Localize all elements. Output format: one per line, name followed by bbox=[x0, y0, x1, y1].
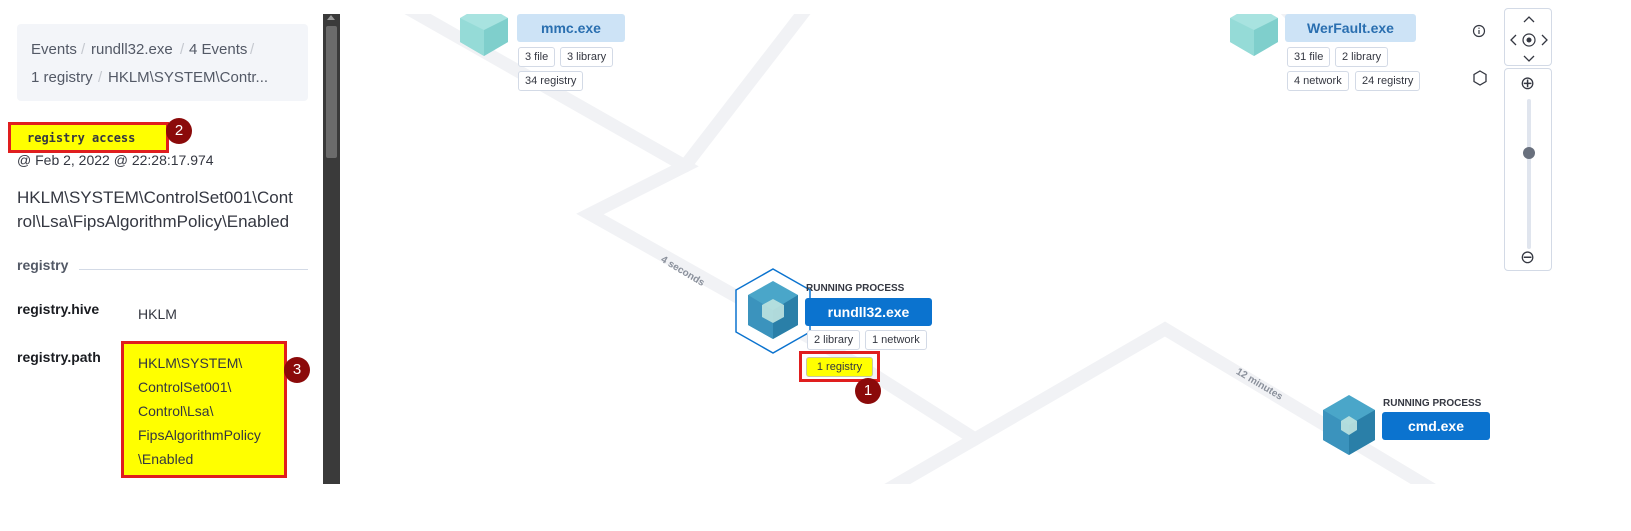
chevron-right-icon[interactable] bbox=[1541, 33, 1549, 47]
chevron-up-icon[interactable] bbox=[1522, 15, 1536, 23]
field-value-registry-hive: HKLM bbox=[138, 306, 177, 322]
related-events-pill[interactable]: 2 library bbox=[1335, 47, 1389, 67]
scrollbar-thumb[interactable] bbox=[326, 26, 337, 158]
related-events-pill[interactable]: 2 library bbox=[807, 330, 861, 350]
breadcrumb-event-count[interactable]: 4 Events bbox=[189, 41, 247, 58]
hexagon-icon[interactable] bbox=[1472, 70, 1488, 86]
breadcrumb: Events / rundll32.exe / 4 Events / 1 reg… bbox=[17, 24, 308, 101]
breadcrumb-separator: / bbox=[250, 41, 255, 58]
center-target-icon[interactable] bbox=[1521, 32, 1537, 48]
registry-path-line: \Enabled bbox=[138, 451, 194, 467]
scroll-up-arrow-icon[interactable] bbox=[327, 15, 335, 20]
zoom-out-icon[interactable]: ⊖ bbox=[1520, 247, 1535, 268]
process-cube-icon[interactable] bbox=[1322, 394, 1376, 456]
related-events-pill[interactable]: 1 network bbox=[865, 330, 927, 350]
step-badge-1: 1 bbox=[855, 378, 881, 404]
step-badge-3: 3 bbox=[284, 357, 310, 383]
registry-path-line: HKLM\SYSTEM\ bbox=[138, 355, 243, 371]
event-timestamp: @ Feb 2, 2022 @ 22:28:17.974 bbox=[17, 152, 214, 168]
breadcrumb-events[interactable]: Events bbox=[31, 41, 77, 58]
process-button-mmc[interactable]: mmc.exe bbox=[517, 14, 625, 42]
process-cube-icon[interactable] bbox=[1226, 14, 1282, 58]
zoom-slider-handle[interactable] bbox=[1523, 147, 1535, 160]
registry-path-line: FipsAlgorithmPolicy bbox=[138, 427, 261, 443]
process-cube-icon[interactable] bbox=[456, 14, 512, 58]
field-key-registry-hive: registry.hive bbox=[17, 301, 100, 317]
process-cube-icon[interactable] bbox=[734, 267, 812, 355]
related-events-pill[interactable]: 31 file bbox=[1287, 47, 1331, 67]
breadcrumb-separator: / bbox=[98, 69, 103, 86]
panel-scrollbar[interactable] bbox=[323, 14, 340, 484]
chevron-down-icon[interactable] bbox=[1522, 55, 1536, 63]
zoom-slider[interactable] bbox=[1523, 99, 1535, 249]
section-title: registry bbox=[17, 257, 69, 273]
section-divider bbox=[79, 269, 308, 270]
zoom-controls: ⊕ ⊖ bbox=[1504, 68, 1552, 271]
breadcrumb-separator: / bbox=[81, 41, 86, 58]
related-events-pill[interactable]: 4 network bbox=[1287, 71, 1349, 91]
process-graph[interactable]: 4 seconds 12 minutes mmc.exe 3 file 3 li… bbox=[340, 14, 1500, 484]
process-button-werfault[interactable]: WerFault.exe bbox=[1285, 14, 1416, 42]
chevron-left-icon[interactable] bbox=[1509, 33, 1517, 47]
info-icon[interactable] bbox=[1472, 24, 1486, 38]
process-state-label: RUNNING PROCESS bbox=[806, 283, 905, 294]
related-events-pill[interactable]: 24 registry bbox=[1355, 71, 1421, 91]
pan-controls bbox=[1504, 8, 1552, 66]
breadcrumb-separator: / bbox=[180, 41, 185, 58]
event-type-highlight: registry access bbox=[8, 122, 169, 153]
related-events-pill[interactable]: 3 library bbox=[560, 47, 614, 67]
zoom-in-icon[interactable]: ⊕ bbox=[1520, 73, 1535, 94]
breadcrumb-process[interactable]: rundll32.exe bbox=[91, 41, 173, 58]
registry-path-line: ControlSet001\ bbox=[138, 379, 232, 395]
registry-path-highlight: HKLM\SYSTEM\ ControlSet001\ Control\Lsa\… bbox=[121, 341, 287, 478]
event-type-label: registry access bbox=[27, 131, 136, 145]
related-events-pill[interactable]: 34 registry bbox=[518, 71, 584, 91]
process-button-cmd[interactable]: cmd.exe bbox=[1382, 412, 1490, 440]
step-badge-2: 2 bbox=[166, 118, 192, 144]
related-events-pill-registry[interactable]: 1 registry bbox=[806, 357, 873, 377]
breadcrumb-current-event: HKLM\SYSTEM\Contr... bbox=[108, 69, 269, 86]
field-key-registry-path: registry.path bbox=[17, 349, 101, 365]
process-button-rundll32[interactable]: rundll32.exe bbox=[805, 298, 932, 326]
related-events-pill[interactable]: 3 file bbox=[518, 47, 556, 67]
event-description: HKLM\SYSTEM\ControlSet001\Control\Lsa\Fi… bbox=[17, 188, 293, 231]
process-state-label: RUNNING PROCESS bbox=[1383, 398, 1482, 409]
registry-path-line: Control\Lsa\ bbox=[138, 403, 214, 419]
breadcrumb-event-category[interactable]: 1 registry bbox=[31, 69, 93, 86]
event-detail-panel: Events / rundll32.exe / 4 Events / 1 reg… bbox=[0, 0, 322, 500]
